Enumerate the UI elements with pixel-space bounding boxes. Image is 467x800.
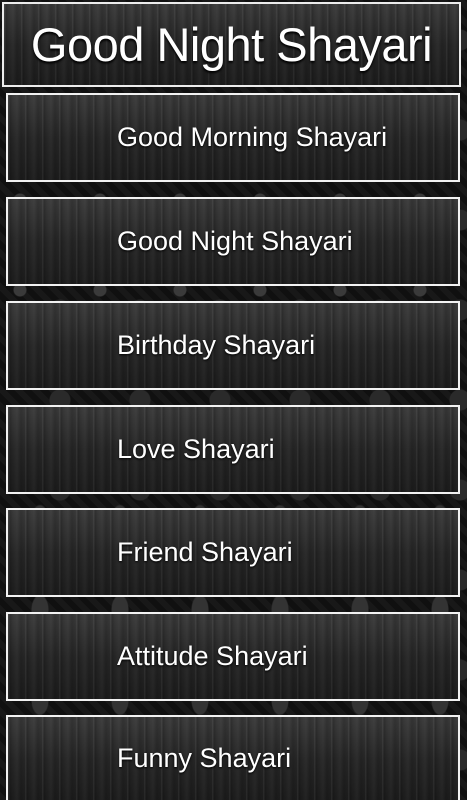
menu-item-label: Attitude Shayari (117, 641, 308, 671)
menu-item-good-morning-shayari[interactable]: Good Morning Shayari (6, 93, 460, 182)
menu-item-birthday-shayari[interactable]: Birthday Shayari (6, 301, 460, 390)
menu-item-label: Birthday Shayari (117, 330, 316, 360)
menu-item-funny-shayari[interactable]: Funny Shayari (6, 715, 460, 800)
menu-item-friend-shayari[interactable]: Friend Shayari (6, 508, 460, 597)
menu-item-good-night-shayari[interactable]: Good Night Shayari (6, 197, 460, 286)
app-header: Good Night Shayari (2, 2, 461, 87)
menu-item-label: Funny Shayari (117, 743, 292, 773)
menu-item-love-shayari[interactable]: Love Shayari (6, 405, 460, 494)
menu-item-attitude-shayari[interactable]: Attitude Shayari (6, 612, 460, 701)
menu-item-label: Good Morning Shayari (117, 122, 388, 152)
menu-item-label: Friend Shayari (117, 537, 293, 567)
page-title: Good Night Shayari (30, 18, 433, 71)
menu-item-label: Good Night Shayari (117, 226, 353, 256)
menu-item-label: Love Shayari (117, 434, 275, 464)
